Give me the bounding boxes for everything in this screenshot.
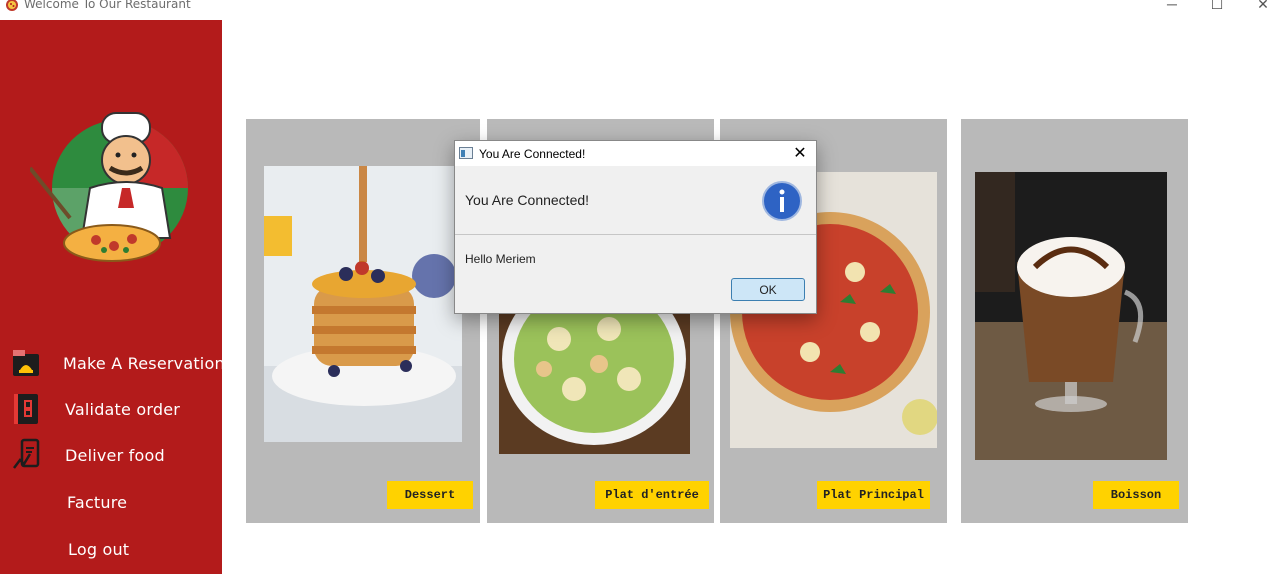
boisson-button[interactable]: Boisson (1093, 481, 1179, 509)
maximize-button[interactable]: ☐ (1205, 0, 1229, 14)
chef-logo (30, 112, 188, 262)
sidebar-item-label: Log out (68, 540, 130, 559)
close-window-button[interactable]: ✕ (1251, 0, 1275, 14)
plat-principal-button[interactable]: Plat Principal (817, 481, 930, 509)
info-icon (762, 181, 802, 221)
sidebar-item-facture[interactable]: Facture (10, 485, 220, 521)
sidebar-item-make-reservation[interactable]: Make A Reservation (10, 346, 225, 382)
sidebar-item-validate-order[interactable]: Validate order (10, 392, 220, 428)
minimize-button[interactable]: ─ (1160, 0, 1184, 14)
sidebar-item-label: Facture (67, 493, 128, 512)
sidebar-item-log-out[interactable]: Log out (10, 532, 220, 568)
sidebar-item-deliver-food[interactable]: Deliver food (10, 438, 220, 474)
pizza-icon (6, 0, 18, 11)
window-titlebar: Welcome To Our Restaurant ─ ☐ ✕ (0, 0, 1285, 14)
category-card-boisson: Boisson (961, 119, 1188, 523)
dialog-separator (455, 234, 816, 235)
plat-entree-button[interactable]: Plat d'entrée (595, 481, 709, 509)
dialog-header: You Are Connected! (465, 192, 590, 208)
order-book-icon (14, 394, 38, 424)
dessert-button[interactable]: Dessert (387, 481, 473, 509)
sidebar-item-label: Validate order (65, 400, 181, 419)
connected-dialog: You Are Connected! ✕ You Are Connected! … (454, 140, 817, 314)
category-card-dessert: Dessert (246, 119, 480, 523)
coffee-drink-photo (975, 172, 1167, 460)
window-icon (459, 147, 473, 159)
window-title: Welcome To Our Restaurant (24, 0, 191, 11)
dialog-title: You Are Connected! (479, 147, 586, 161)
sidebar-item-label: Deliver food (65, 446, 165, 465)
pancakes-photo (264, 166, 462, 442)
ok-button[interactable]: OK (731, 278, 805, 301)
dialog-close-icon[interactable]: ✕ (790, 144, 810, 164)
reservation-icon (13, 350, 39, 376)
sidebar: Make A Reservation Validate order Delive… (0, 20, 225, 574)
delivery-phone-icon (13, 438, 40, 469)
dialog-message: Hello Meriem (465, 252, 536, 266)
sidebar-item-label: Make A Reservation (63, 354, 225, 373)
dialog-titlebar: You Are Connected! ✕ (455, 141, 816, 166)
